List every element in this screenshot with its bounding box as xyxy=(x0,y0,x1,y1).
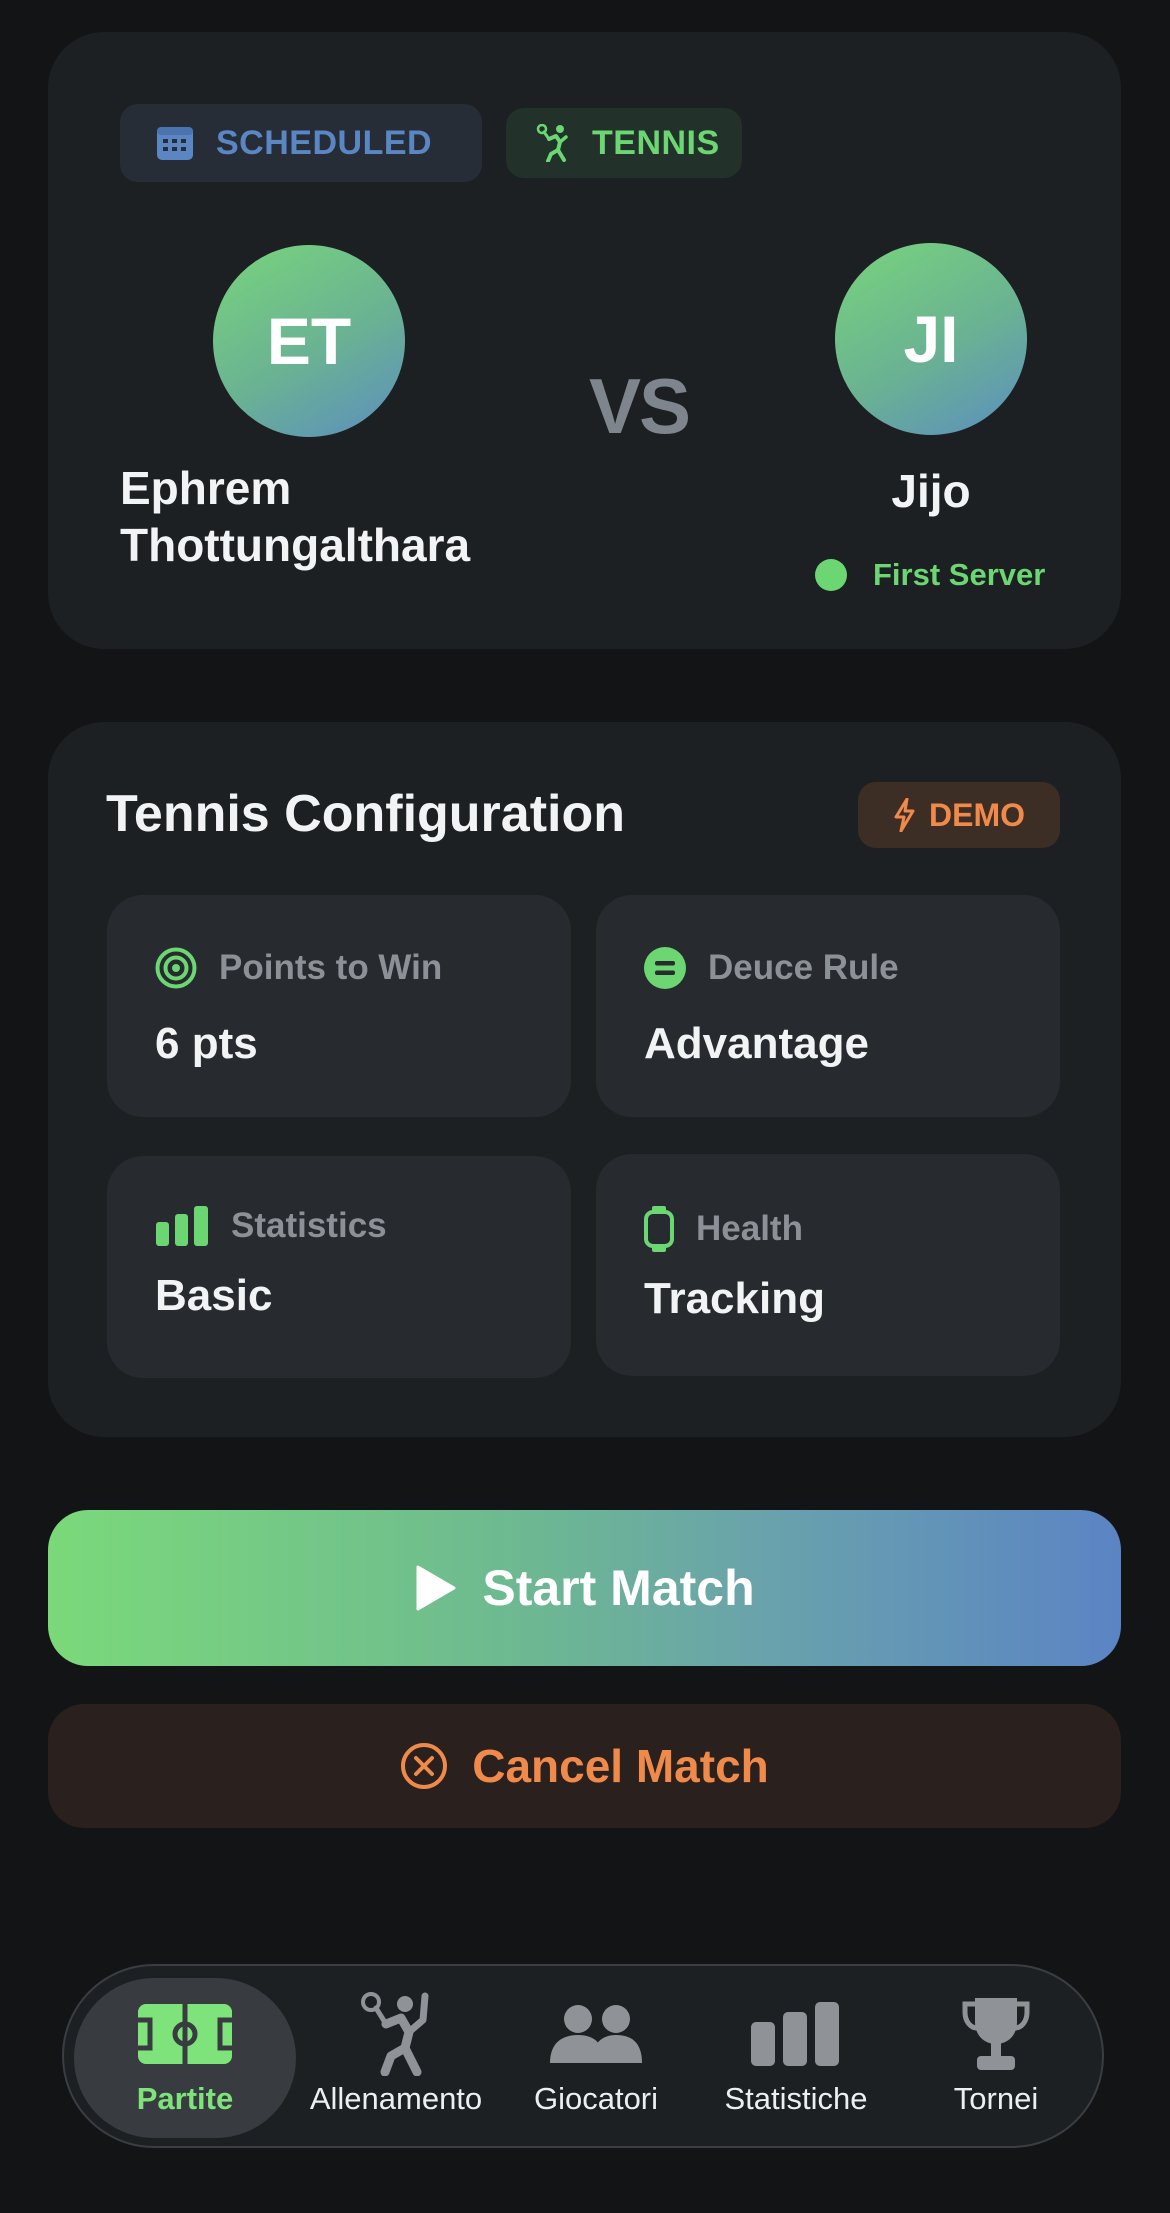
vs-label: VS xyxy=(588,362,691,450)
demo-badge: DEMO xyxy=(858,782,1060,848)
first-server-indicator: First Server xyxy=(815,557,1045,593)
player-left-avatar: ET xyxy=(213,245,405,437)
people-icon xyxy=(548,1996,644,2072)
health-tile: Health Tracking xyxy=(596,1154,1060,1376)
player-right-name: Jijo xyxy=(891,465,971,517)
nav-label-partite: Partite xyxy=(136,2081,234,2116)
play-icon xyxy=(414,1565,456,1611)
status-label: SCHEDULED xyxy=(216,123,433,162)
close-circle-icon xyxy=(400,1742,448,1790)
cancel-match-button[interactable]: Cancel Match xyxy=(48,1704,1121,1828)
points-to-win-value: 6 pts xyxy=(155,1019,258,1068)
demo-label: DEMO xyxy=(929,796,1025,833)
trophy-icon xyxy=(961,1996,1031,2072)
server-dot-icon xyxy=(815,559,847,591)
bottom-nav: Partite Allenamento Giocatori Statistich… xyxy=(62,1964,1104,2148)
deuce-rule-value: Advantage xyxy=(644,1019,869,1068)
nav-item-tornei[interactable]: Tornei xyxy=(896,1966,1096,2146)
player-right-avatar: JI xyxy=(835,243,1027,435)
player-left-name: Ephrem Thottungalthara xyxy=(120,462,471,571)
points-to-win-tile: Points to Win 6 pts xyxy=(107,895,571,1117)
cancel-match-label: Cancel Match xyxy=(472,1740,769,1792)
status-badge: SCHEDULED xyxy=(120,104,482,182)
sport-label: TENNIS xyxy=(592,123,720,162)
nav-item-giocatori[interactable]: Giocatori xyxy=(496,1966,696,2146)
target-icon xyxy=(155,947,197,989)
lightning-icon xyxy=(893,798,915,832)
equals-icon xyxy=(644,947,686,989)
match-card: SCHEDULED TENNIS ET VS JI Ephrem Thottun… xyxy=(48,32,1121,649)
nav-item-partite[interactable]: Partite xyxy=(74,1978,296,2138)
health-label: Health xyxy=(696,1209,803,1248)
calendar-icon xyxy=(156,125,194,161)
nav-item-statistiche[interactable]: Statistiche xyxy=(696,1966,896,2146)
watch-icon xyxy=(644,1206,674,1252)
nav-item-allenamento[interactable]: Allenamento xyxy=(296,1966,496,2146)
bar-chart-icon xyxy=(751,1996,841,2072)
statistics-label: Statistics xyxy=(231,1206,387,1245)
first-server-label: First Server xyxy=(873,557,1046,592)
start-match-button[interactable]: Start Match xyxy=(48,1510,1121,1666)
sport-badge: TENNIS xyxy=(506,108,742,178)
nav-label-allenamento: Allenamento xyxy=(309,2081,483,2116)
nav-label-giocatori: Giocatori xyxy=(533,2081,659,2116)
nav-label-tornei: Tornei xyxy=(953,2081,1039,2116)
deuce-rule-label: Deuce Rule xyxy=(708,948,899,987)
statistics-tile: Statistics Basic xyxy=(107,1156,571,1378)
tennis-player-icon xyxy=(536,124,570,162)
config-title: Tennis Configuration xyxy=(106,785,625,843)
config-card: Tennis Configuration DEMO Points to Win … xyxy=(48,722,1121,1437)
deuce-rule-tile: Deuce Rule Advantage xyxy=(596,895,1060,1117)
health-value: Tracking xyxy=(644,1274,825,1323)
tennis-player-icon xyxy=(361,1992,431,2076)
points-to-win-label: Points to Win xyxy=(219,948,443,987)
statistics-value: Basic xyxy=(155,1271,273,1320)
nav-label-statistiche: Statistiche xyxy=(724,2081,868,2116)
start-match-label: Start Match xyxy=(482,1560,755,1616)
soccer-field-icon xyxy=(138,1996,232,2072)
bar-chart-icon xyxy=(155,1206,209,1246)
